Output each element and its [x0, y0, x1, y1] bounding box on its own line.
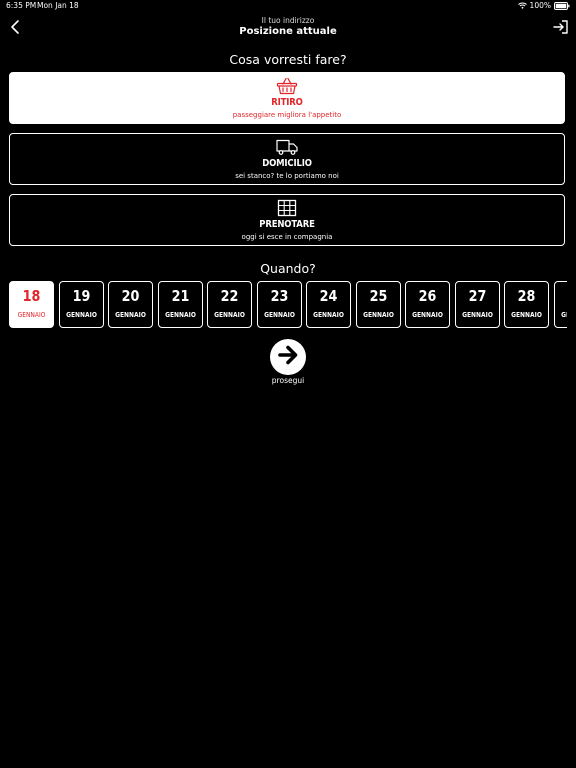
date-month: GENNAIO [17, 311, 46, 319]
date-card[interactable]: 28 GENNAIO [504, 281, 549, 328]
address-title[interactable]: Posizione attuale [0, 26, 576, 37]
date-month: GENNAIO [511, 311, 542, 319]
login-icon [552, 20, 570, 40]
date-day: 24 [319, 287, 338, 305]
option-ritiro[interactable]: RITIRO passeggiare migliora l'appetito [9, 72, 565, 124]
next-button[interactable] [270, 339, 306, 375]
option-description: sei stanco? te lo portiamo noi [235, 172, 339, 180]
date-card[interactable]: 19 GENNAIO [58, 281, 104, 328]
next-label: prosegui [271, 376, 305, 385]
when-title: Quando? [260, 261, 316, 276]
date-month: GENNAIO [412, 311, 443, 319]
date-month: GENNAIO [164, 311, 196, 319]
status-time: 6:35 PM [6, 1, 37, 10]
status-date: Mon Jan 18 [37, 1, 79, 10]
date-card[interactable]: 27 GENNAIO [454, 281, 500, 328]
date-day: 23 [270, 287, 288, 305]
battery-percent: 100% [529, 1, 551, 10]
date-day: 22 [220, 287, 239, 305]
date-day: 27 [468, 287, 486, 305]
date-card[interactable]: 26 GENNAIO [405, 281, 450, 328]
date-card[interactable]: 29 GENNAIO [553, 281, 567, 328]
truck-icon [10, 138, 564, 156]
option-label: DOMICILIO [262, 158, 312, 169]
table-icon [10, 199, 564, 217]
address-label: Il tuo indirizzo [261, 16, 315, 25]
login-button[interactable] [552, 18, 570, 36]
date-month: GENNAIO [214, 311, 245, 319]
option-prenotare[interactable]: PRENOTARE oggi si esce in compagnia [9, 194, 565, 246]
services-title: Cosa vorresti fare? [229, 52, 347, 67]
status-bar: 6:35 PM Mon Jan 18 100% [0, 0, 576, 12]
date-card[interactable]: 18 GENNAIO [9, 281, 54, 328]
date-card[interactable]: 21 GENNAIO [157, 281, 203, 328]
date-picker[interactable]: 18 GENNAIO 19 GENNAIO 20 GENNAIO 21 GENN… [9, 281, 567, 328]
date-day: 25 [369, 287, 387, 305]
date-month: GENNAIO [461, 311, 493, 319]
date-month: GENNAIO [313, 311, 344, 319]
option-domicilio[interactable]: DOMICILIO sei stanco? te lo portiamo noi [9, 133, 565, 185]
option-description: passeggiare migliora l'appetito [232, 111, 342, 119]
date-month: GENNAIO [115, 311, 146, 319]
basket-icon [10, 77, 564, 95]
date-day: 21 [171, 287, 189, 305]
date-day: 20 [121, 287, 140, 305]
date-day: 19 [72, 287, 90, 305]
battery-icon [554, 1, 570, 10]
date-card[interactable]: 20 GENNAIO [108, 281, 153, 328]
option-label: PRENOTARE [259, 219, 315, 230]
date-card[interactable]: 22 GENNAIO [207, 281, 252, 328]
arrow-right-icon [275, 342, 301, 372]
date-card[interactable]: 24 GENNAIO [306, 281, 351, 328]
date-month: GENNAIO [263, 311, 295, 319]
date-day: 26 [418, 287, 437, 305]
date-month: GENNAIO [65, 311, 97, 319]
date-month: GENNAIO [560, 311, 567, 319]
date-day: 29 [558, 287, 567, 305]
option-description: oggi si esce in compagnia [241, 233, 333, 241]
app-screen: 6:35 PM Mon Jan 18 100% Il tuo indirizzo… [0, 0, 576, 768]
date-month: GENNAIO [362, 311, 394, 319]
wifi-icon [517, 2, 527, 9]
date-card[interactable]: 23 GENNAIO [256, 281, 302, 328]
date-day: 28 [517, 287, 536, 305]
date-day: 18 [22, 287, 41, 305]
date-card[interactable]: 25 GENNAIO [355, 281, 401, 328]
option-label: RITIRO [271, 97, 303, 108]
status-right: 100% [517, 1, 570, 10]
